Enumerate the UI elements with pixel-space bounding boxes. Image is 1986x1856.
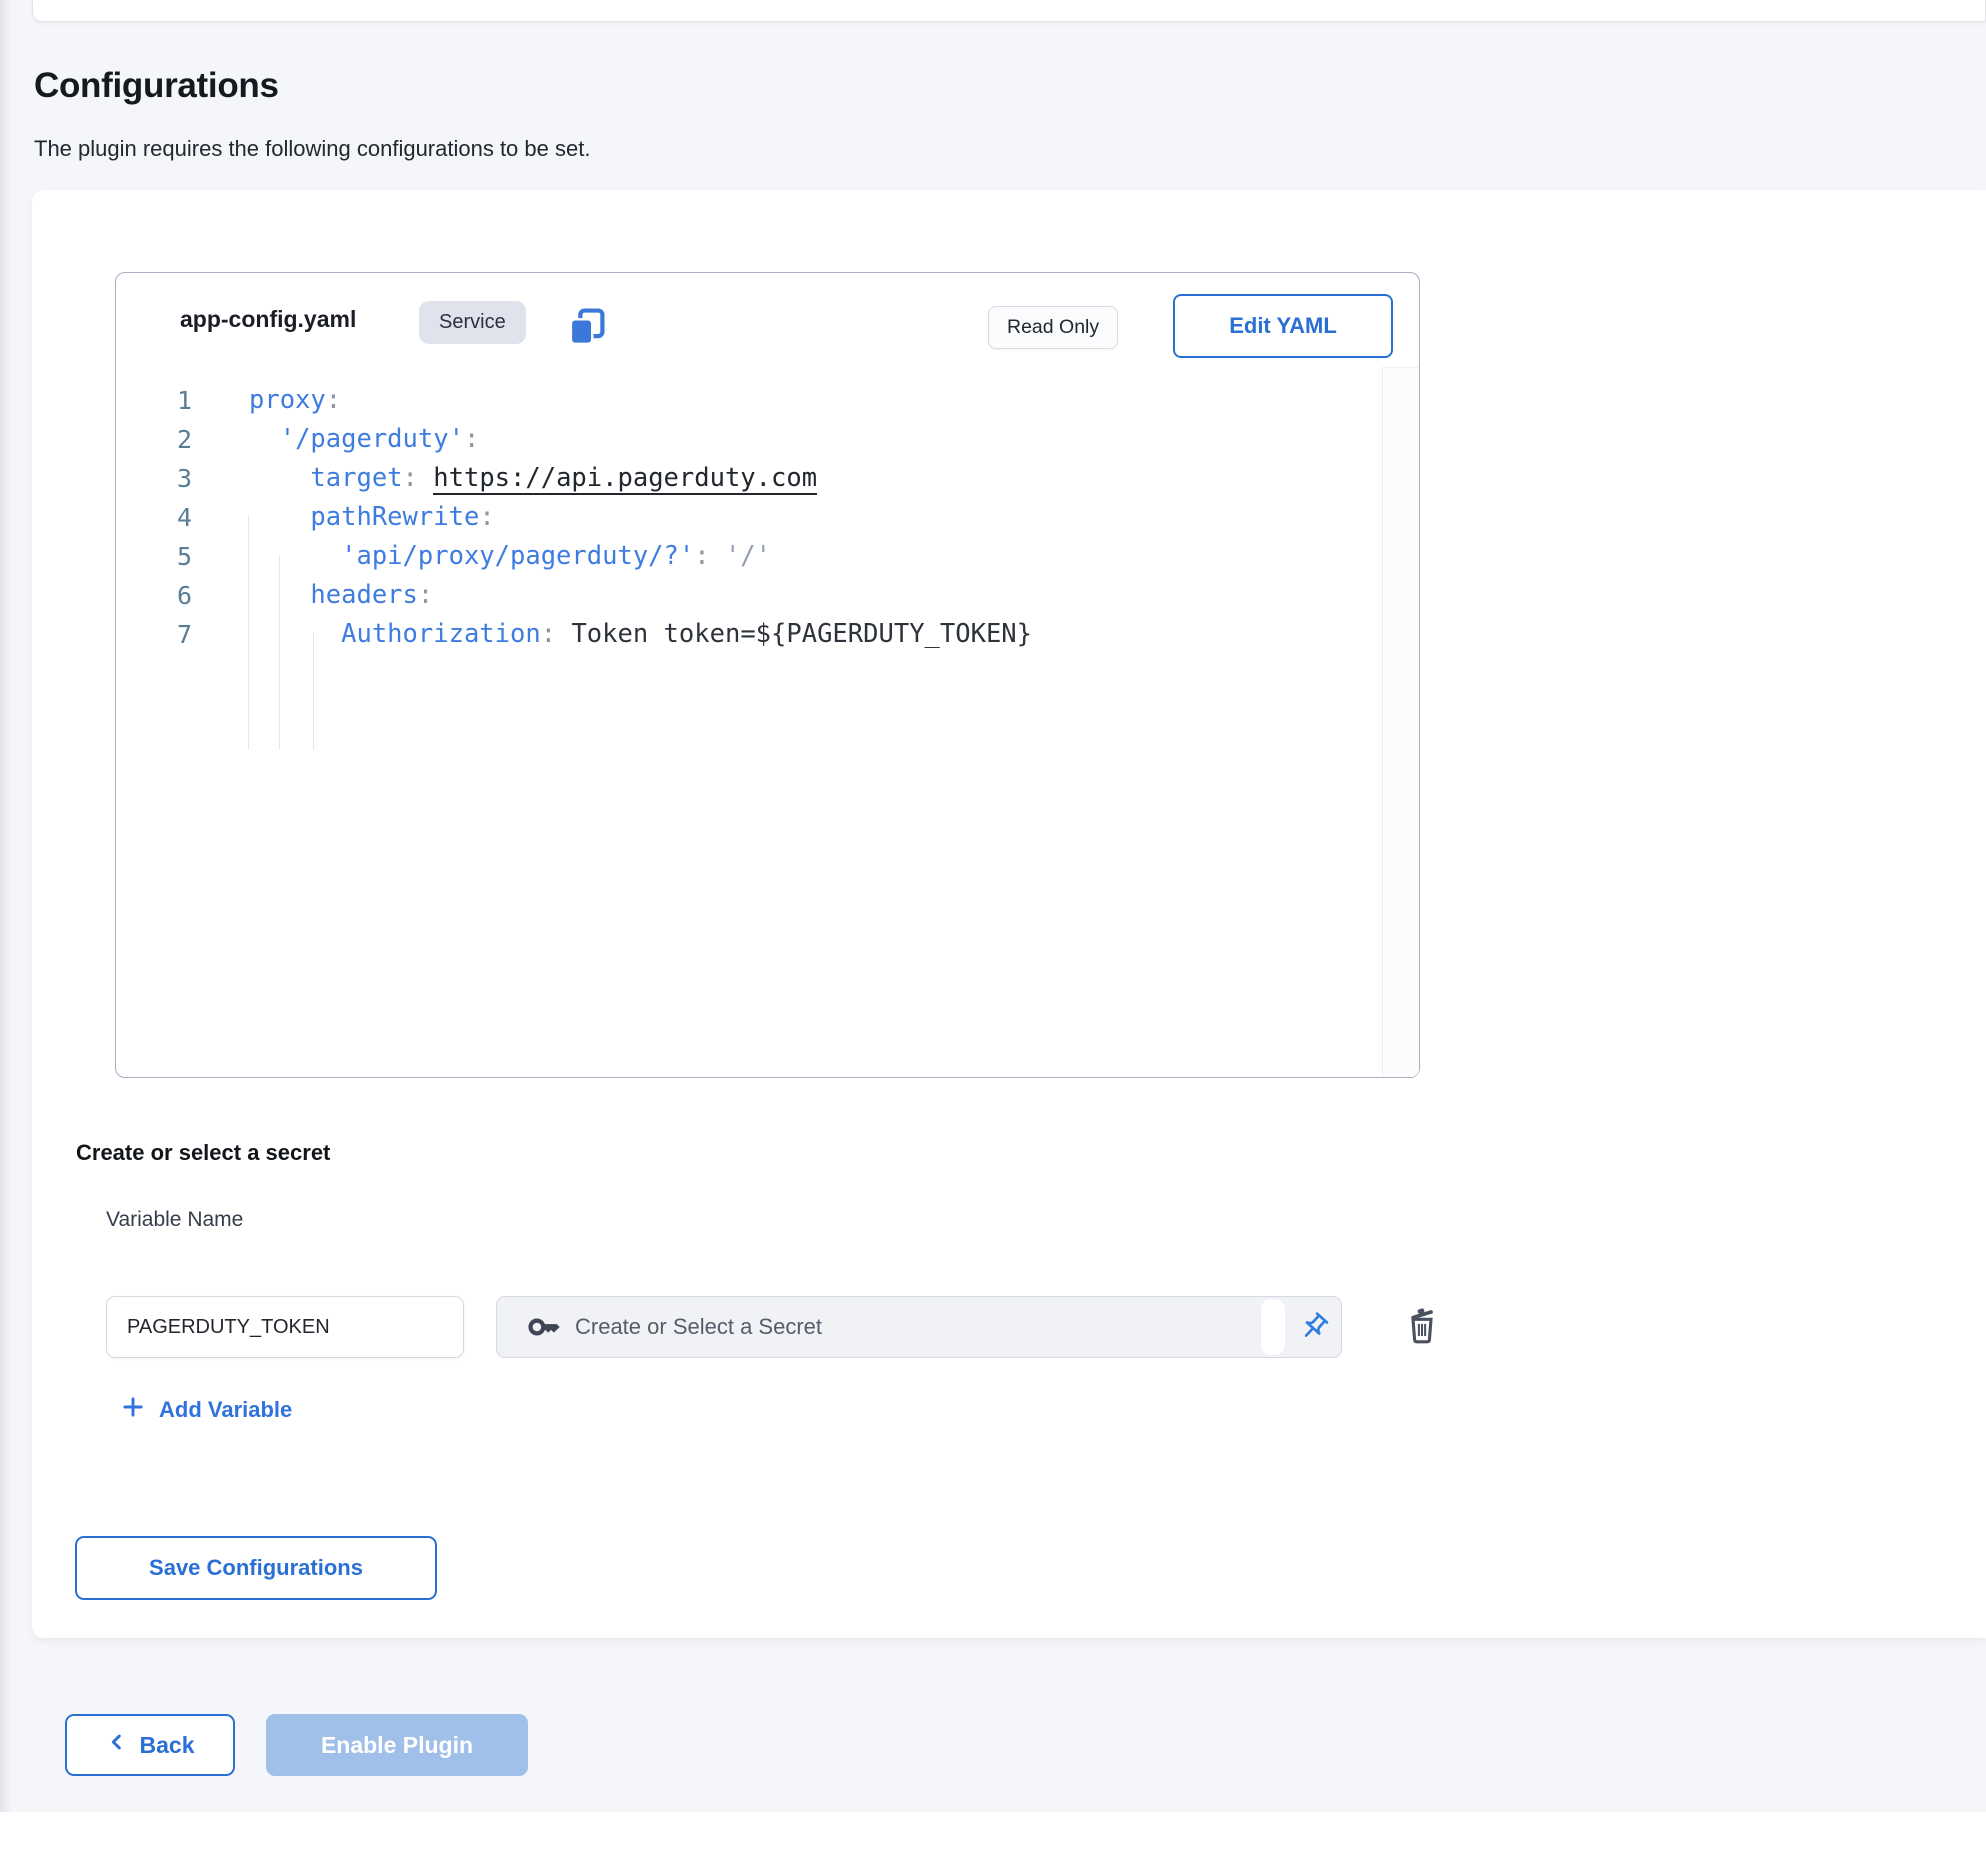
editor-scrollbar[interactable] bbox=[1382, 367, 1419, 1077]
plugin-configuration-page: Configurations The plugin requires the f… bbox=[0, 0, 1986, 1856]
line-number: 5 bbox=[116, 537, 192, 576]
code-viewer[interactable]: 1234567 proxy: '/pagerduty': target: htt… bbox=[116, 369, 1381, 1075]
pushpin-icon[interactable] bbox=[1287, 1297, 1341, 1357]
service-badge: Service bbox=[419, 301, 526, 344]
page-left-edge bbox=[0, 0, 13, 1812]
secret-section-title: Create or select a secret bbox=[76, 1140, 330, 1166]
code-line: proxy: bbox=[249, 381, 1381, 420]
line-number: 3 bbox=[116, 459, 192, 498]
config-filename: app-config.yaml bbox=[180, 306, 356, 333]
add-variable-label: Add Variable bbox=[159, 1397, 292, 1423]
configurations-panel: app-config.yaml Service Read Only Edit Y… bbox=[32, 190, 1986, 1638]
enable-plugin-button[interactable]: Enable Plugin bbox=[266, 1714, 528, 1776]
add-variable-button[interactable]: Add Variable bbox=[120, 1394, 292, 1425]
copy-icon[interactable] bbox=[566, 305, 608, 349]
secret-select-placeholder: Create or Select a Secret bbox=[575, 1314, 822, 1340]
line-number: 4 bbox=[116, 498, 192, 537]
back-button-label: Back bbox=[140, 1732, 195, 1759]
line-number: 7 bbox=[116, 615, 192, 654]
yaml-editor-card: app-config.yaml Service Read Only Edit Y… bbox=[115, 272, 1420, 1078]
line-number: 1 bbox=[116, 381, 192, 420]
back-button[interactable]: Back bbox=[65, 1714, 235, 1776]
plus-icon bbox=[120, 1394, 146, 1425]
code-content: proxy: '/pagerduty': target: https://api… bbox=[249, 381, 1381, 654]
trash-icon[interactable] bbox=[1398, 1302, 1446, 1350]
indent-guide bbox=[248, 516, 249, 750]
chevron-left-icon bbox=[106, 1731, 128, 1759]
variable-name-label: Variable Name bbox=[106, 1208, 243, 1232]
line-number: 6 bbox=[116, 576, 192, 615]
code-line: target: https://api.pagerduty.com bbox=[249, 459, 1381, 498]
edit-yaml-button[interactable]: Edit YAML bbox=[1173, 294, 1393, 358]
code-line: 'api/proxy/pagerduty/?': '/' bbox=[249, 537, 1381, 576]
select-scrollbar[interactable] bbox=[1261, 1299, 1285, 1355]
code-line: headers: bbox=[249, 576, 1381, 615]
read-only-badge: Read Only bbox=[988, 306, 1118, 349]
bottom-band bbox=[0, 1812, 1986, 1856]
code-line: '/pagerduty': bbox=[249, 420, 1381, 459]
page-subtitle: The plugin requires the following config… bbox=[34, 136, 590, 162]
code-line: pathRewrite: bbox=[249, 498, 1381, 537]
key-icon bbox=[527, 1310, 561, 1344]
code-line: Authorization: Token token=${PAGERDUTY_T… bbox=[249, 615, 1381, 654]
secret-select[interactable]: Create or Select a Secret bbox=[496, 1296, 1342, 1358]
code-line-numbers: 1234567 bbox=[116, 381, 192, 654]
indent-guide bbox=[313, 633, 314, 750]
indent-guide bbox=[279, 555, 280, 750]
save-configurations-button[interactable]: Save Configurations bbox=[75, 1536, 437, 1600]
line-number: 2 bbox=[116, 420, 192, 459]
previous-card-bottom bbox=[32, 0, 1986, 22]
page-title: Configurations bbox=[34, 66, 279, 106]
variable-name-input[interactable] bbox=[106, 1296, 464, 1358]
